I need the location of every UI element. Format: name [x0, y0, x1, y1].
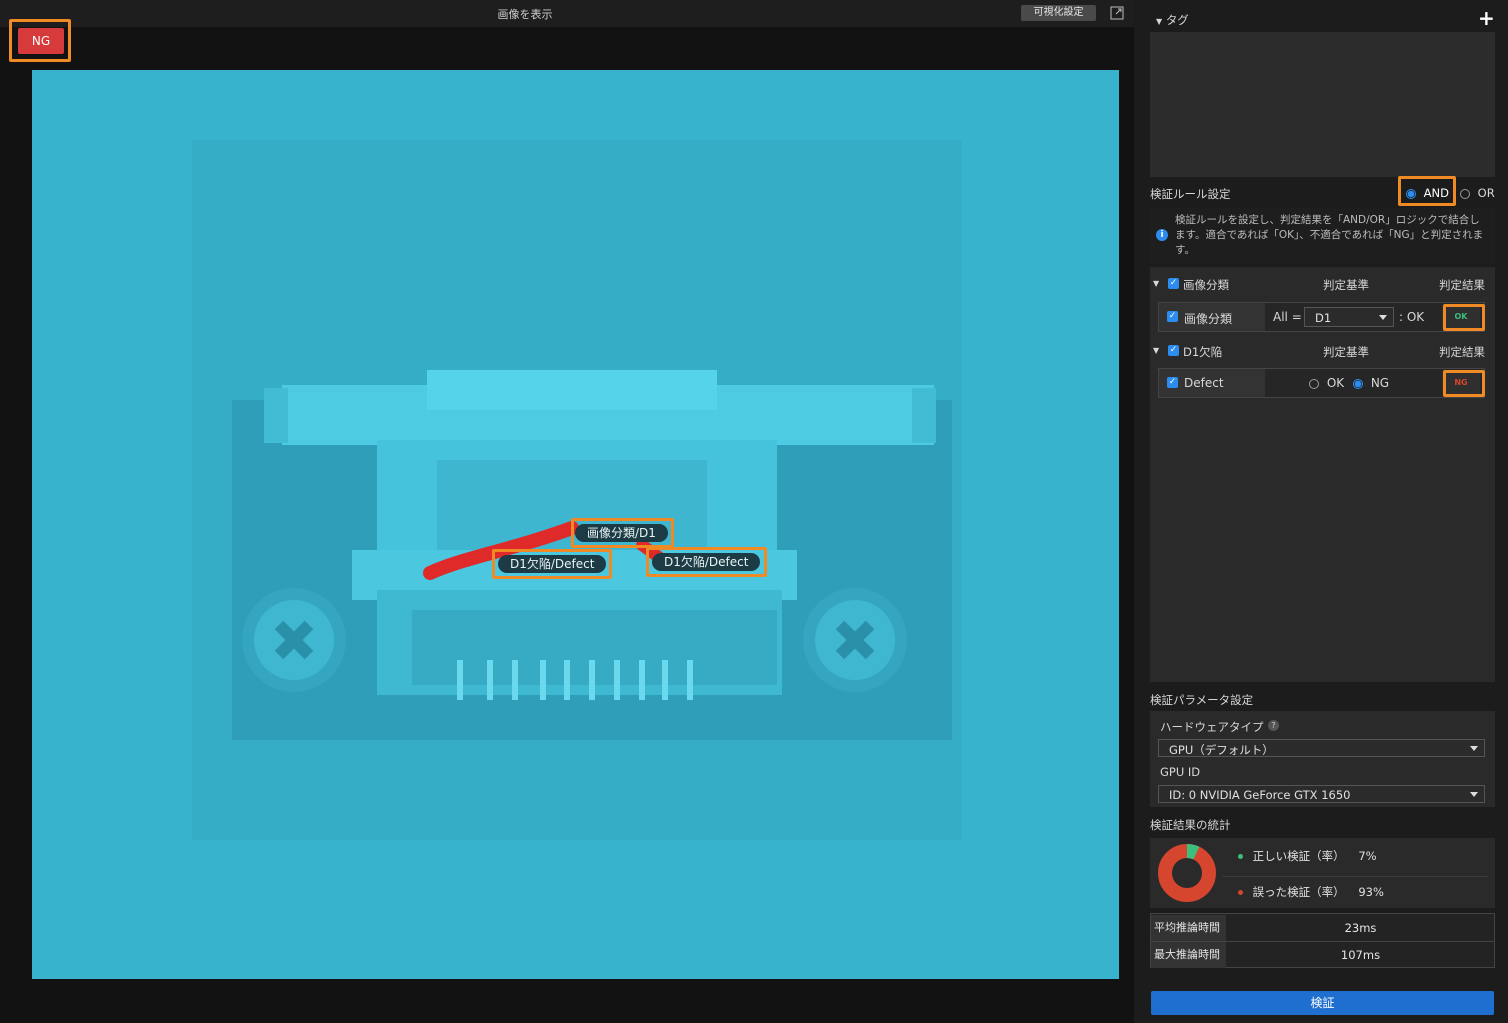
collapse-icon[interactable]: ▼ [1153, 346, 1159, 355]
table-row: 平均推論時間 23ms [1151, 915, 1494, 941]
add-tag-icon[interactable]: + [1478, 6, 1495, 30]
legend-label: 誤った検証（率） [1252, 885, 1345, 899]
logic-or-option[interactable]: OR [1460, 186, 1495, 200]
group-header-defect: ▼ ✓ D1欠陥 判定基準 判定結果 [1150, 344, 1495, 364]
stats-section-title: 検証結果の統計 [1150, 818, 1231, 832]
ok-label: OK [1326, 376, 1345, 390]
rule-prefix: All = [1273, 310, 1302, 324]
settings-panel: ▼ タグ + 検証ルール設定 AND OR i 検証ルールを設定し、判定結果を「… [1134, 0, 1508, 1023]
rule-name: 画像分類 [1184, 312, 1233, 326]
divider [1222, 876, 1488, 877]
criteria-header: 判定基準 [1323, 345, 1369, 359]
legend-label: 正しい検証（率） [1252, 849, 1345, 863]
legend-correct: 正しい検証（率） 7% [1238, 848, 1377, 864]
chevron-down-icon [1470, 792, 1478, 797]
hardware-type-label: ハードウェアタイプ [1160, 720, 1264, 734]
criteria-header: 判定基準 [1323, 278, 1369, 292]
rule-section-title: 検証ルール設定 [1150, 187, 1231, 201]
help-icon[interactable]: ? [1268, 720, 1279, 731]
expand-icon[interactable] [1110, 6, 1124, 20]
stats-area: 正しい検証（率） 7% 誤った検証（率） 93% [1150, 838, 1495, 908]
logic-highlight [1398, 176, 1456, 206]
ok-option[interactable]: OK [1309, 376, 1344, 390]
rule-row-classification: ✓ 画像分類 All = D1 : OK OK [1158, 302, 1485, 332]
rule-name: Defect [1184, 376, 1224, 390]
rule-name-cell: ✓ Defect [1159, 369, 1265, 397]
rules-area: ▼ ✓ 画像分類 判定基準 判定結果 ✓ 画像分類 All = D1 : OK … [1150, 267, 1495, 682]
result-header: 判定結果 [1439, 278, 1485, 292]
table-key: 平均推論時間 [1151, 915, 1226, 941]
group-header-classification: ▼ ✓ 画像分類 判定基準 判定結果 [1150, 277, 1495, 297]
chevron-down-icon [1379, 315, 1387, 320]
collapse-icon[interactable]: ▼ [1153, 279, 1159, 288]
hardware-type-value: GPU（デフォルト） [1169, 743, 1274, 757]
class-select-value: D1 [1315, 311, 1332, 325]
class-select[interactable]: D1 [1304, 307, 1394, 327]
chevron-down-icon [1470, 746, 1478, 751]
rule-checkbox[interactable]: ✓ [1167, 377, 1178, 388]
gpu-id-select[interactable]: ID: 0 NVIDIA GeForce GTX 1650 [1158, 785, 1485, 803]
group-name: D1欠陥 [1183, 345, 1223, 359]
info-text: 検証ルールを設定し、判定結果を「AND/OR」ロジックで結合します。適合であれば… [1175, 214, 1484, 256]
tag-list[interactable] [1150, 32, 1495, 177]
rule-suffix: : OK [1399, 310, 1425, 324]
param-area: ハードウェアタイプ ? GPU（デフォルト） GPU ID ID: 0 NVID… [1150, 711, 1495, 807]
dot-icon [1238, 854, 1243, 859]
inspection-image[interactable]: 画像分類/D1 D1欠陥/Defect D1欠陥/Defect [32, 70, 1119, 979]
result-highlight [1443, 370, 1485, 397]
table-row: 最大推論時間 107ms [1151, 942, 1494, 968]
param-section-title: 検証パラメータ設定 [1150, 693, 1254, 707]
rule-checkbox[interactable]: ✓ [1167, 311, 1178, 322]
table-value: 107ms [1340, 948, 1381, 962]
legend-value: 7% [1358, 849, 1377, 863]
tag-section-title: タグ [1165, 13, 1189, 27]
verify-button[interactable]: 検証 [1151, 991, 1494, 1015]
label-highlight [571, 518, 674, 548]
table-key: 最大推論時間 [1151, 942, 1226, 968]
rule-name-cell: ✓ 画像分類 [1159, 303, 1265, 331]
group-checkbox[interactable]: ✓ [1168, 345, 1179, 356]
legend-wrong: 誤った検証（率） 93% [1238, 884, 1384, 900]
label-highlight [646, 547, 767, 577]
ok-radio[interactable] [1309, 378, 1319, 389]
inference-time-table: 平均推論時間 23ms 最大推論時間 107ms [1150, 913, 1495, 968]
label-highlight [492, 549, 612, 579]
visual-settings-button[interactable]: 可視化設定 [1021, 5, 1096, 21]
or-label: OR [1477, 186, 1495, 200]
result-donut-chart [1158, 844, 1216, 902]
gpu-id-value: ID: 0 NVIDIA GeForce GTX 1650 [1169, 788, 1351, 802]
info-box: i 検証ルールを設定し、判定結果を「AND/OR」ロジックで結合します。適合であ… [1150, 208, 1495, 264]
tag-section-header[interactable]: ▼ タグ [1156, 12, 1189, 28]
viewer-title: 画像を表示 [497, 8, 553, 21]
rule-row-defect: ✓ Defect OK NG NG [1158, 368, 1485, 398]
hardware-type-select[interactable]: GPU（デフォルト） [1158, 739, 1485, 757]
result-header: 判定結果 [1439, 345, 1485, 359]
dot-icon [1238, 890, 1243, 895]
image-viewer: 画像を表示 可視化設定 NG 画像分類/D1 D1欠陥/Defect D1欠陥/… [0, 0, 1134, 1023]
group-name: 画像分類 [1183, 278, 1229, 292]
legend-value: 93% [1358, 885, 1384, 899]
table-value: 23ms [1344, 921, 1377, 935]
or-radio[interactable] [1460, 188, 1470, 199]
ng-label: NG [1370, 376, 1390, 390]
info-icon: i [1156, 229, 1168, 241]
collapse-icon[interactable]: ▼ [1156, 17, 1162, 26]
result-highlight [1443, 304, 1485, 331]
verdict-highlight [9, 19, 71, 62]
group-checkbox[interactable]: ✓ [1168, 278, 1179, 289]
ng-option[interactable]: NG [1353, 376, 1389, 390]
ng-radio[interactable] [1353, 378, 1363, 389]
gpu-id-label: GPU ID [1160, 765, 1201, 779]
viewer-toolbar: 画像を表示 可視化設定 [0, 0, 1134, 27]
